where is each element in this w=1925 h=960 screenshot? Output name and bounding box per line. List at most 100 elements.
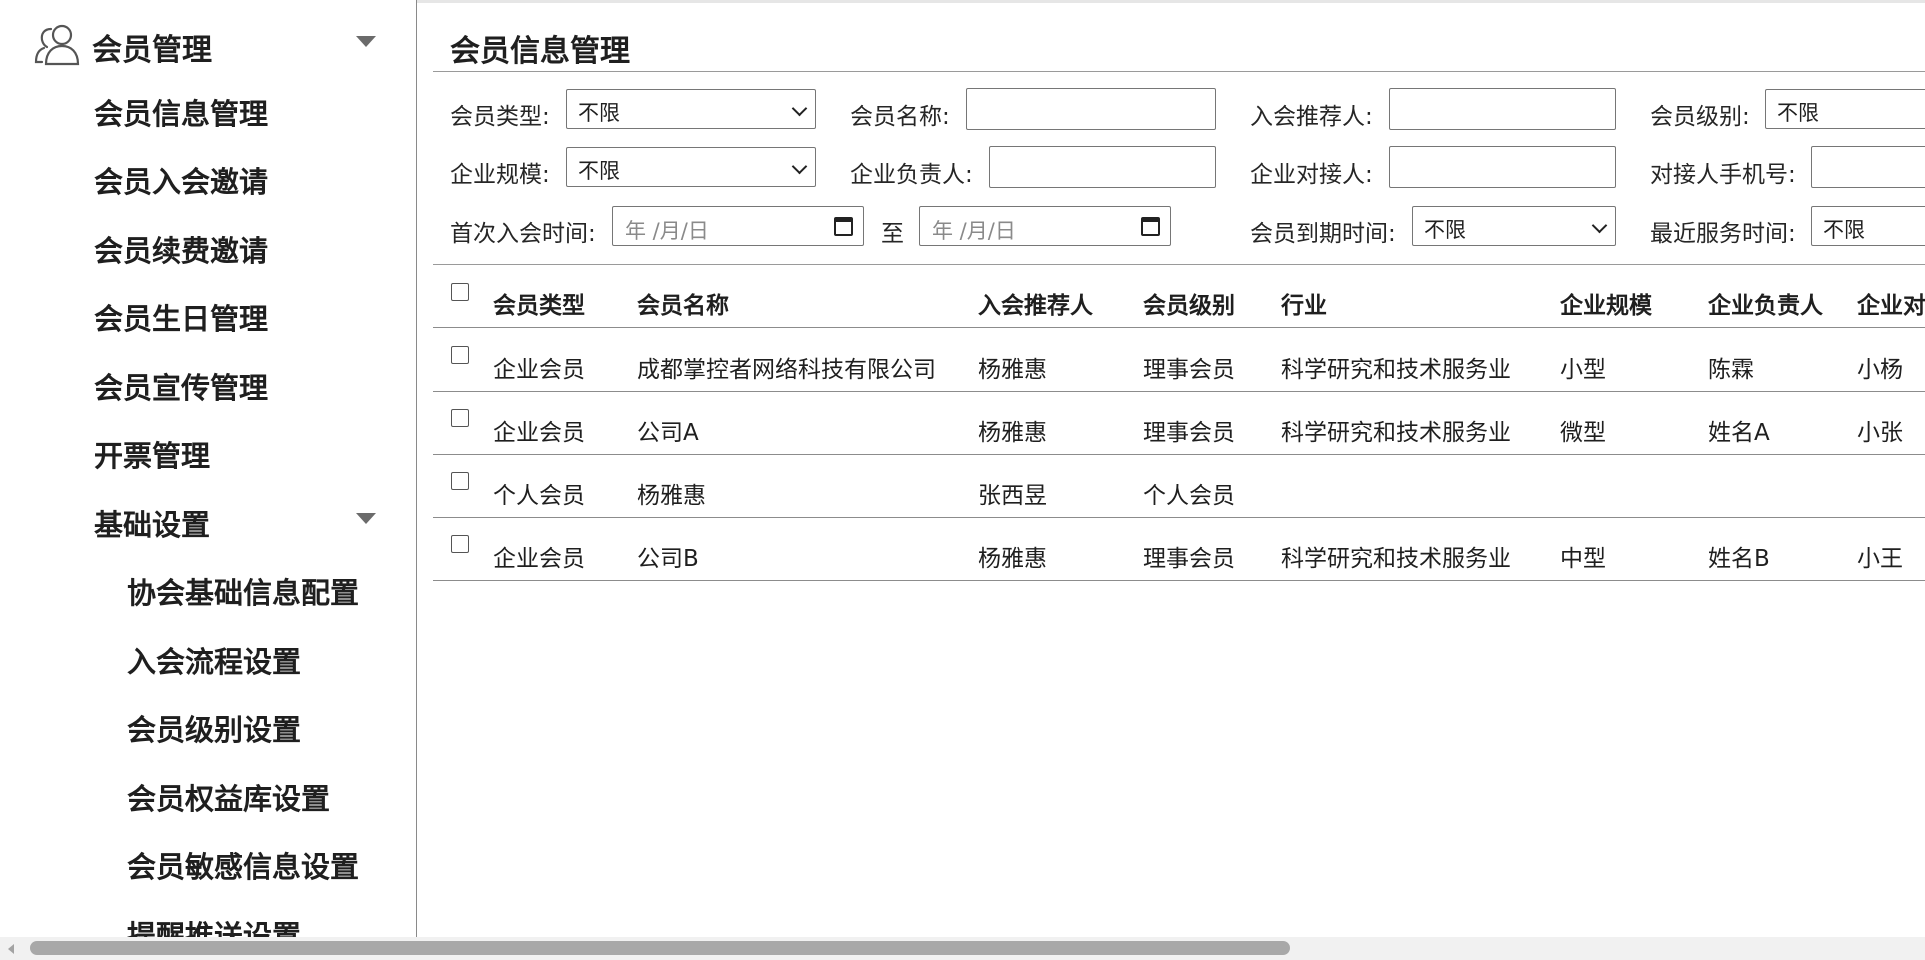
member-level-value: 不限 (1777, 101, 1819, 125)
sidebar-subitem-benefits[interactable]: 会员权益库设置 (127, 779, 330, 819)
cell-member-type: 企业会员 (493, 420, 585, 446)
member-type-select[interactable]: 不限 (566, 89, 816, 129)
sidebar-subitem-association-info[interactable]: 协会基础信息配置 (127, 573, 359, 613)
sidebar: 会员管理 会员信息管理 会员入会邀请 会员续费邀请 会员生日管理 会员宣传管理 … (0, 0, 417, 937)
cell-member-type: 企业会员 (493, 357, 585, 383)
main-content: 会员信息管理 会员类型: 不限 会员名称: 入会推荐人: 会员级别: 不限 企业… (417, 0, 1925, 937)
cell-member-name: 公司A (637, 420, 699, 446)
col-header-industry[interactable]: 行业 (1281, 286, 1327, 320)
first-join-to-date[interactable]: 年 /月/日 (919, 206, 1171, 246)
cell-member-level: 个人会员 (1143, 483, 1235, 509)
scroll-left-icon[interactable] (8, 944, 14, 954)
col-header-company-contact[interactable]: 企业对 (1857, 286, 1925, 320)
member-type-value: 不限 (578, 101, 620, 125)
sidebar-menu-member-management[interactable]: 会员管理 (32, 20, 392, 68)
cell-company-leader: 陈霖 (1708, 357, 1754, 383)
expire-time-value: 不限 (1424, 218, 1466, 242)
member-level-label: 会员级别: (1650, 104, 1750, 130)
chevron-down-icon (1591, 217, 1608, 234)
company-leader-label: 企业负责人: (850, 162, 973, 188)
col-header-company-leader[interactable]: 企业负责人 (1708, 286, 1823, 320)
sidebar-item-renewal-invite[interactable]: 会员续费邀请 (94, 231, 268, 271)
cell-industry: 科学研究和技术服务业 (1281, 420, 1511, 446)
first-join-label: 首次入会时间: (450, 221, 596, 247)
divider (433, 327, 1925, 328)
col-header-member-name[interactable]: 会员名称 (637, 286, 729, 320)
cell-industry: 科学研究和技术服务业 (1281, 546, 1511, 572)
divider (433, 580, 1925, 581)
contact-phone-input[interactable] (1811, 146, 1925, 188)
member-level-select[interactable]: 不限 (1765, 89, 1925, 129)
calendar-icon[interactable] (1141, 217, 1160, 236)
member-name-label: 会员名称: (850, 104, 950, 130)
cell-company-leader: 姓名A (1708, 420, 1770, 446)
cell-company-scale: 小型 (1560, 357, 1606, 383)
contact-phone-label: 对接人手机号: (1650, 162, 1796, 188)
chevron-down-icon[interactable] (356, 36, 376, 47)
cell-member-name: 公司B (637, 546, 699, 572)
sidebar-subitem-member-level[interactable]: 会员级别设置 (127, 710, 301, 750)
cell-member-name: 杨雅惠 (637, 483, 706, 509)
company-contact-input[interactable] (1389, 146, 1616, 188)
date-placeholder: 年 /月/日 (932, 219, 1016, 243)
sidebar-item-basic-settings[interactable]: 基础设置 (94, 505, 210, 545)
member-type-label: 会员类型: (450, 104, 550, 130)
col-header-recommender[interactable]: 入会推荐人 (978, 286, 1093, 320)
first-join-from-date[interactable]: 年 /月/日 (612, 206, 864, 246)
cell-recommender: 杨雅惠 (978, 546, 1047, 572)
sidebar-item-invoice[interactable]: 开票管理 (94, 436, 210, 476)
member-name-input[interactable] (966, 88, 1216, 130)
cell-recommender: 杨雅惠 (978, 357, 1047, 383)
cell-member-level: 理事会员 (1143, 546, 1235, 572)
horizontal-scrollbar[interactable] (0, 937, 1925, 960)
recent-service-select[interactable]: 不限 (1811, 206, 1925, 246)
sidebar-subitem-sensitive-info[interactable]: 会员敏感信息设置 (127, 847, 359, 887)
cell-member-level: 理事会员 (1143, 357, 1235, 383)
page-title: 会员信息管理 (450, 34, 630, 69)
row-checkbox[interactable] (451, 472, 469, 490)
recommender-input[interactable] (1389, 88, 1616, 130)
cell-company-scale: 微型 (1560, 420, 1606, 446)
col-header-member-type[interactable]: 会员类型 (493, 286, 585, 320)
company-leader-input[interactable] (989, 146, 1216, 188)
divider (433, 454, 1925, 455)
sidebar-item-member-info[interactable]: 会员信息管理 (94, 94, 268, 134)
row-checkbox[interactable] (451, 535, 469, 553)
expire-time-select[interactable]: 不限 (1412, 206, 1616, 246)
chevron-down-icon (791, 158, 808, 175)
scrollbar-thumb[interactable] (30, 941, 1290, 955)
sidebar-item-birthday[interactable]: 会员生日管理 (94, 299, 268, 339)
calendar-icon[interactable] (834, 217, 853, 236)
cell-industry: 科学研究和技术服务业 (1281, 357, 1511, 383)
col-header-member-level[interactable]: 会员级别 (1143, 286, 1235, 320)
row-checkbox[interactable] (451, 346, 469, 364)
company-scale-label: 企业规模: (450, 162, 550, 188)
company-scale-select[interactable]: 不限 (566, 147, 816, 187)
sidebar-item-member-invite[interactable]: 会员入会邀请 (94, 162, 268, 202)
recommender-label: 入会推荐人: (1250, 104, 1373, 130)
col-header-company-scale[interactable]: 企业规模 (1560, 286, 1652, 320)
row-checkbox[interactable] (451, 409, 469, 427)
divider (433, 391, 1925, 392)
company-scale-value: 不限 (578, 159, 620, 183)
cell-company-contact: 小王 (1857, 546, 1903, 572)
sidebar-subitem-join-process[interactable]: 入会流程设置 (127, 642, 301, 682)
expire-time-label: 会员到期时间: (1250, 221, 1396, 247)
cell-company-scale: 中型 (1560, 546, 1606, 572)
users-icon (34, 24, 80, 66)
recent-service-label: 最近服务时间: (1650, 221, 1796, 247)
cell-company-contact: 小杨 (1857, 357, 1903, 383)
cell-member-type: 个人会员 (493, 483, 585, 509)
cell-member-level: 理事会员 (1143, 420, 1235, 446)
cell-member-type: 企业会员 (493, 546, 585, 572)
select-all-checkbox[interactable] (451, 283, 469, 301)
cell-recommender: 张西昱 (978, 483, 1047, 509)
sidebar-subitem-reminder-push[interactable]: 提醒推送设置 (127, 916, 301, 937)
sidebar-menu-label: 会员管理 (92, 33, 212, 68)
date-range-separator: 至 (881, 221, 904, 247)
cell-company-leader: 姓名B (1708, 546, 1770, 572)
chevron-down-icon[interactable] (356, 513, 376, 524)
date-placeholder: 年 /月/日 (625, 219, 709, 243)
recent-service-value: 不限 (1823, 218, 1865, 242)
sidebar-item-promotion[interactable]: 会员宣传管理 (94, 368, 268, 408)
